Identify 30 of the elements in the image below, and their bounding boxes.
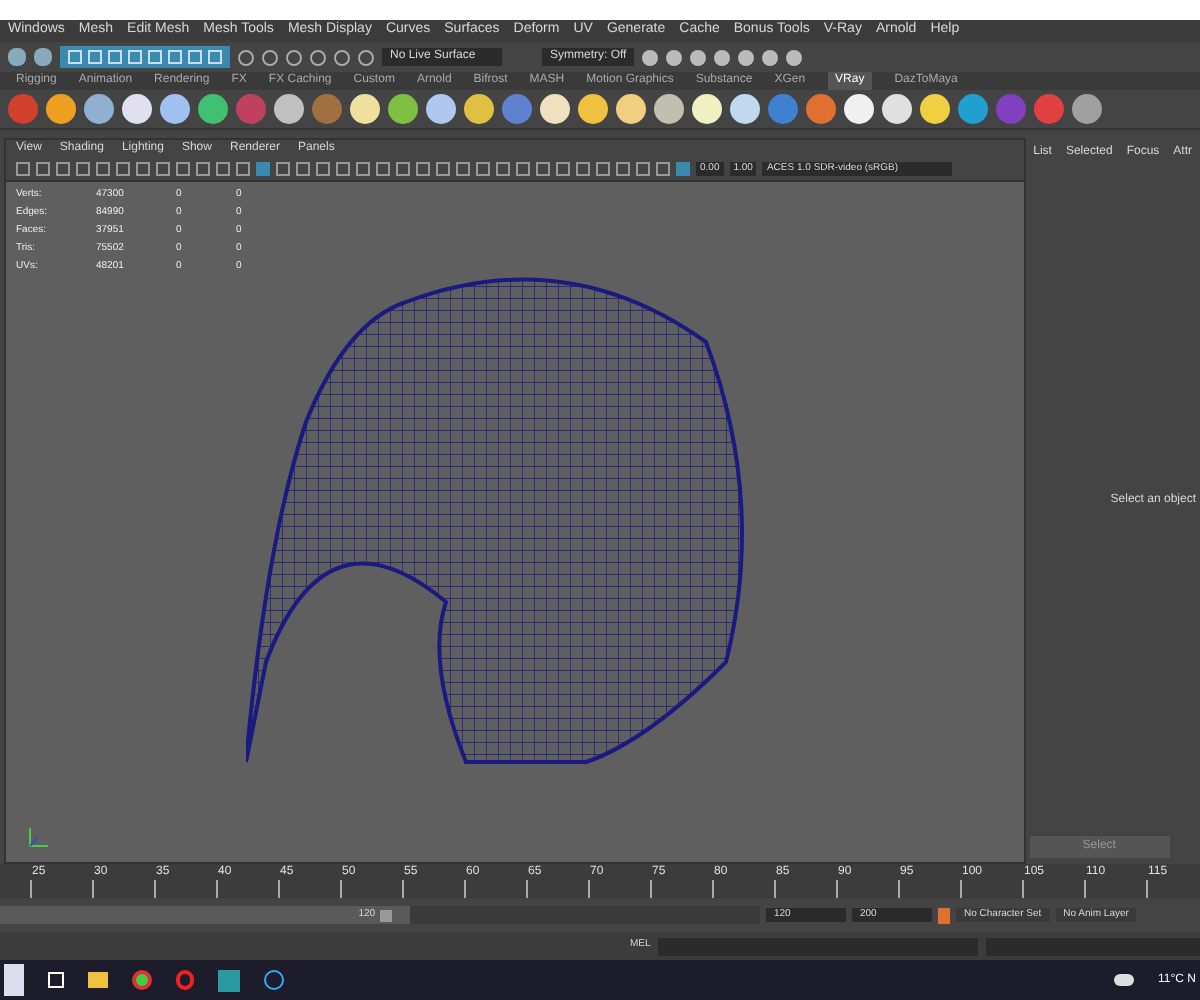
shelf-tool-icon[interactable] bbox=[426, 94, 456, 124]
shelf-tool-icon[interactable] bbox=[122, 94, 152, 124]
shelf-tool-icon[interactable] bbox=[730, 94, 760, 124]
shelf-tool-icon[interactable] bbox=[350, 94, 380, 124]
shelf-tool-icon[interactable] bbox=[388, 94, 418, 124]
desktop-thumbnail-icon[interactable] bbox=[4, 964, 24, 996]
task-view-icon[interactable] bbox=[48, 972, 64, 988]
auto-key-icon[interactable] bbox=[938, 907, 950, 923]
shelf-tool-icon[interactable] bbox=[616, 94, 646, 124]
shelf-tool-icon[interactable] bbox=[1072, 94, 1102, 124]
shelf-tool-icon[interactable] bbox=[844, 94, 874, 124]
shelf-tool-icon[interactable] bbox=[160, 94, 190, 124]
app-icon[interactable] bbox=[264, 970, 284, 990]
shelf-tool-icon[interactable] bbox=[540, 94, 570, 124]
shelf-tool-icon[interactable] bbox=[46, 94, 76, 124]
axis-icon bbox=[26, 826, 50, 850]
range-slider[interactable] bbox=[0, 906, 411, 924]
shelf-tool-icon[interactable] bbox=[198, 94, 228, 124]
shelf-tool-icon[interactable] bbox=[654, 94, 684, 124]
cloud-icon bbox=[1114, 974, 1135, 986]
browser-icon[interactable] bbox=[132, 970, 152, 990]
shelf-tool-icon[interactable] bbox=[692, 94, 722, 124]
shelf-tool-icon[interactable] bbox=[84, 94, 114, 124]
browser-icon[interactable] bbox=[176, 970, 194, 990]
app-icon[interactable] bbox=[218, 969, 240, 991]
shelf-tool-icon[interactable] bbox=[274, 94, 304, 124]
shelf-tool-icon[interactable] bbox=[578, 94, 608, 124]
shelf-tool-icon[interactable] bbox=[464, 94, 494, 124]
shelf-tool-icon[interactable] bbox=[920, 94, 950, 124]
shelf-tool-icon[interactable] bbox=[882, 94, 912, 124]
